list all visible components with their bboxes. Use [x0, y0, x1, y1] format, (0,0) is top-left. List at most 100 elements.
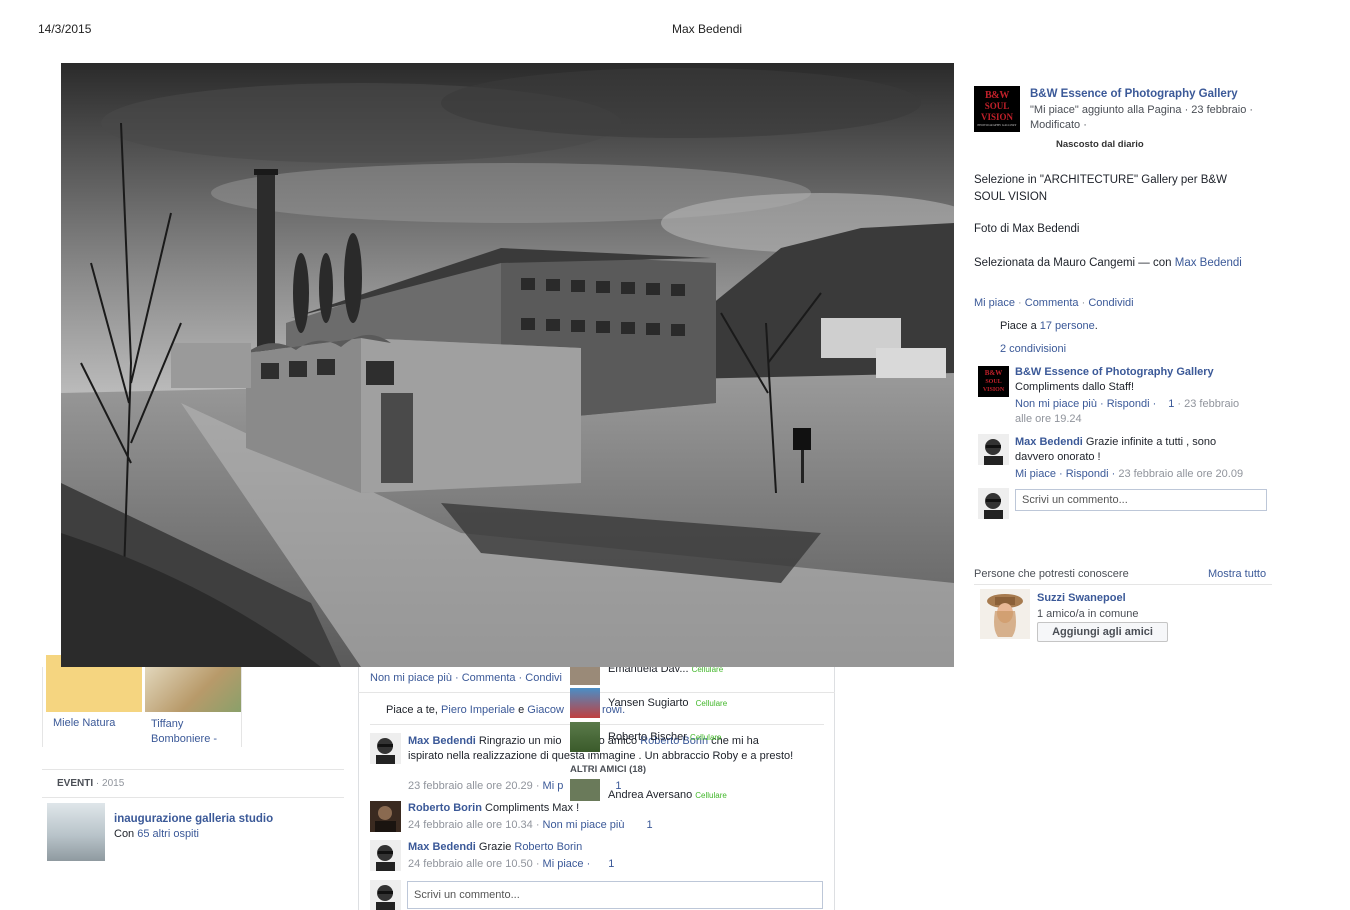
post-likes-mid: e: [515, 704, 528, 716]
comment-actions: Mi piace · Rispondi · 23 febbraio alle o…: [1015, 467, 1243, 482]
avatar: [370, 880, 401, 910]
likes-count-link[interactable]: 17 persone: [1040, 320, 1095, 332]
comment-time: · 23 febbraio: [1174, 398, 1240, 410]
column-divider: [42, 667, 43, 747]
comment-text: Compliments Max !: [481, 802, 580, 814]
comment-mention[interactable]: Roberto Borin: [514, 841, 582, 853]
page-name-link[interactable]: B&W Essence of Photography Gallery: [1030, 87, 1238, 102]
comment-text: Ringrazio un mio: [475, 735, 562, 747]
event-thumbnail[interactable]: [47, 803, 105, 861]
comment-text: Grazie infinite a tutti , sono: [1082, 436, 1217, 448]
logo-text-2: SOUL VISION: [980, 101, 1013, 122]
post-edited[interactable]: Modificato ·: [1030, 118, 1087, 133]
chat-item[interactable]: Andrea Aversano Cellulare: [608, 789, 727, 801]
post-description: Selezione in "ARCHITECTURE" Gallery per …: [974, 172, 1227, 206]
selected-by: Selezionata da Mauro Cangemi — con Max B…: [974, 256, 1242, 271]
avatar-logo-text-1: B&W: [984, 369, 1003, 377]
see-all-link[interactable]: Mostra tutto: [1208, 567, 1266, 582]
chat-avatar[interactable]: [570, 722, 600, 752]
avatar[interactable]: [370, 733, 401, 764]
comment-time-line2: alle ore 19.24: [1015, 413, 1082, 425]
post-likes-name2[interactable]: Giacow: [527, 704, 564, 716]
pymk-name-link[interactable]: Suzzi Swanepoel: [1037, 591, 1126, 606]
chat-other-friends-heading: ALTRI AMICI (18): [570, 764, 646, 775]
comment-time: 23 febbraio alle ore 20.09: [1115, 468, 1244, 480]
like-link[interactable]: Mi piace: [974, 297, 1015, 309]
post-actions: Mi piace · Commenta · Condividi: [974, 297, 1134, 309]
shares-link[interactable]: 2 condivisioni: [1000, 342, 1066, 357]
avatar-logo-text-2: SOUL VISION: [982, 379, 1005, 393]
comment-action-links[interactable]: Non mi piace più · Rispondi ·: [1015, 398, 1156, 410]
comment-3-meta: 24 febbraio alle ore 10.50 · Mi piace · 1: [408, 858, 614, 870]
comment-time: 24 febbraio alle ore 10.50 ·: [408, 858, 543, 870]
events-heading: EVENTI · 2015: [57, 778, 124, 789]
likes-prefix: Piace a: [1000, 320, 1040, 332]
comment-text: Grazie: [475, 841, 515, 853]
avatar[interactable]: [370, 840, 401, 871]
comment-like-count[interactable]: 1: [646, 819, 652, 831]
event-guests: Con 65 altri ospiti: [114, 828, 199, 840]
comment-author[interactable]: Max Bedendi: [408, 841, 476, 853]
chat-avatar[interactable]: [570, 688, 600, 718]
chat-item[interactable]: Yansen Sugiarto Cellulare: [608, 697, 727, 709]
avatar[interactable]: [978, 434, 1009, 465]
comment-author[interactable]: Max Bedendi: [408, 735, 476, 747]
comment-text-line2: davvero onorato !: [1015, 451, 1101, 463]
comment-like-count[interactable]: 1: [608, 858, 614, 870]
comment-text-line2: ispirato nella realizzazione di questa i…: [408, 750, 794, 762]
likes-suffix: .: [1094, 320, 1098, 332]
comment-2: Roberto Borin Compliments Max !: [408, 802, 579, 814]
events-title: EVENTI: [57, 778, 94, 789]
avatar[interactable]: B&W SOUL VISION: [978, 366, 1009, 397]
comment-author-link[interactable]: B&W Essence of Photography Gallery: [1015, 365, 1214, 380]
event-name-link[interactable]: inaugurazione galleria studio: [114, 813, 273, 825]
comment-author[interactable]: Roberto Borin: [408, 802, 482, 814]
comment-like-action[interactable]: Mi piace ·: [543, 858, 591, 870]
page-link-miele-natura[interactable]: Miele Natura: [53, 717, 115, 729]
likes-summary: Piace a 17 persone.: [1000, 319, 1098, 334]
logo-text-1: B&W: [984, 90, 1010, 101]
divider: [42, 769, 344, 770]
chat-avatar[interactable]: [570, 779, 600, 801]
chat-name: Andrea Aversano: [608, 789, 693, 801]
events-year: · 2015: [93, 778, 125, 789]
post-actions-bar[interactable]: Non mi piace più · Commenta · Condivi: [370, 672, 562, 684]
hidden-from-timeline: Nascosto dal diario: [1056, 139, 1144, 150]
page-logo[interactable]: B&W SOUL VISION PHOTOGRAPHY GALLERY: [974, 86, 1020, 132]
chat-name: Roberto Bischer: [608, 731, 687, 743]
event-guests-link[interactable]: 65 altri ospiti: [137, 828, 199, 840]
divider: [42, 797, 344, 798]
page-link-tiffany-line1: Tiffany: [151, 718, 184, 730]
photo-viewer-image[interactable]: [61, 63, 954, 667]
comment-actions: Non mi piace più · Rispondi · 1 · 23 febb…: [1015, 397, 1239, 412]
comment-input[interactable]: Scrivi un commento...: [1015, 489, 1267, 511]
divider: [974, 584, 1272, 585]
selected-by-text: Selezionata da Mauro Cangemi — con: [974, 257, 1175, 269]
avatar[interactable]: [370, 801, 401, 832]
page-link-tiffany[interactable]: Tiffany Bomboniere -: [151, 717, 217, 747]
page-link-tiffany-line2: Bomboniere -: [151, 733, 218, 745]
post-likes-name1[interactable]: Piero Imperiale: [441, 704, 515, 716]
comment-3: Max Bedendi Grazie Roberto Borin: [408, 841, 582, 853]
add-friend-button[interactable]: Aggiungi agli amici: [1037, 622, 1168, 642]
post-border-right: [834, 667, 835, 910]
comment-body: Max Bedendi Grazie infinite a tutti , so…: [1015, 435, 1216, 465]
mutual-friends[interactable]: 1 amico/a in comune: [1037, 607, 1139, 622]
comment-input-bottom[interactable]: Scrivi un commento...: [407, 881, 823, 909]
event-guests-prefix: Con: [114, 828, 138, 840]
chat-status: Cellulare: [689, 733, 722, 742]
comment-like-action[interactable]: Non mi piace più: [543, 819, 625, 831]
share-link[interactable]: Condividi: [1088, 297, 1133, 309]
tagged-user-link[interactable]: Max Bedendi: [1175, 257, 1242, 269]
avatar[interactable]: [980, 589, 1030, 639]
post-border-left: [358, 667, 359, 910]
avatar: [978, 488, 1009, 519]
comment-like-action[interactable]: Mi p: [543, 780, 564, 792]
comment-action-links[interactable]: Mi piace · Rispondi ·: [1015, 468, 1115, 480]
post-description-line1: Selezione in "ARCHITECTURE" Gallery per …: [974, 174, 1227, 186]
comment-author-link[interactable]: Max Bedendi: [1015, 436, 1083, 448]
chat-item[interactable]: Roberto Bischer Cellulare: [608, 731, 722, 743]
photo-credit: Foto di Max Bedendi: [974, 223, 1080, 235]
logo-text-3: PHOTOGRAPHY GALLERY: [977, 123, 1017, 127]
comment-link[interactable]: Commenta: [1025, 297, 1079, 309]
